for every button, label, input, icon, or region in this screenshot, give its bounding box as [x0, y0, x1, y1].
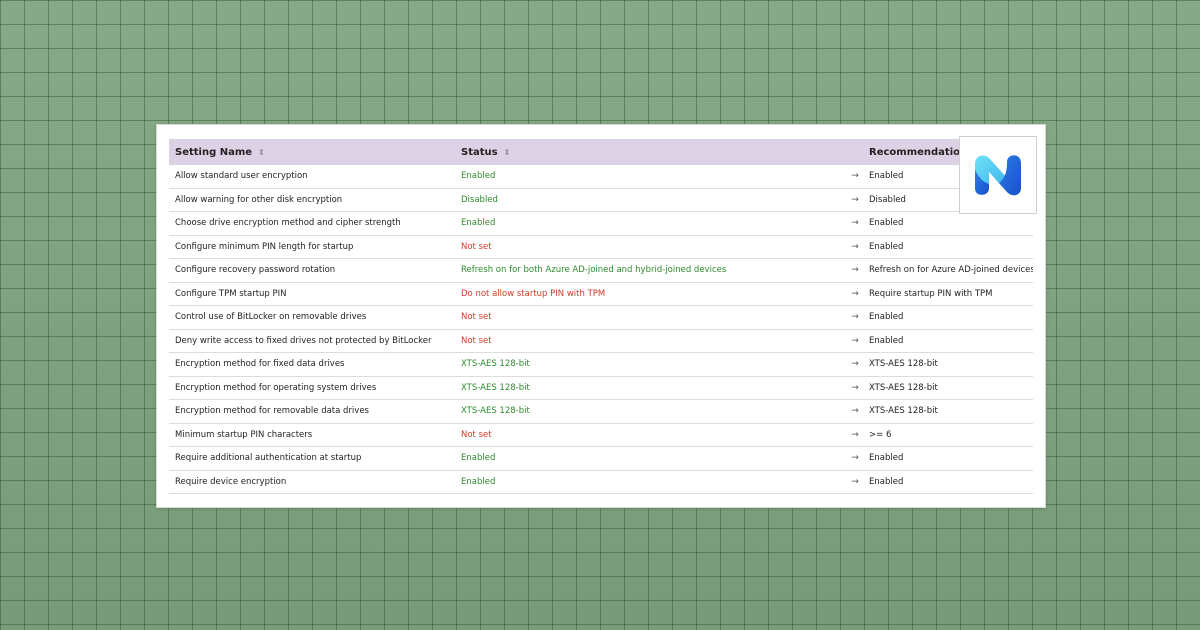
status-cell: Enabled	[455, 446, 847, 471]
brand-logo	[959, 136, 1037, 214]
status-cell: Enabled	[455, 470, 847, 494]
arrow-icon: →	[847, 258, 863, 283]
arrow-icon: →	[847, 352, 863, 377]
arrow-icon: →	[847, 329, 863, 353]
recommendation-cell: XTS-AES 128-bit	[863, 352, 1033, 377]
arrow-icon: →	[847, 235, 863, 259]
setting-name-cell: Deny write access to fixed drives not pr…	[169, 329, 455, 353]
setting-name-cell: Configure recovery password rotation	[169, 258, 455, 283]
table-row: Require additional authentication at sta…	[169, 446, 1033, 471]
arrow-icon: →	[847, 399, 863, 424]
arrow-icon: →	[847, 188, 863, 212]
status-cell: Refresh on for both Azure AD-joined and …	[455, 258, 847, 283]
setting-name-cell: Configure TPM startup PIN	[169, 282, 455, 306]
arrow-icon: →	[847, 423, 863, 447]
arrow-icon: →	[847, 470, 863, 494]
column-header-setting-name[interactable]: Setting Name ⇕	[169, 139, 455, 165]
column-header-label: Recommendation	[869, 146, 968, 158]
recommendation-cell: Refresh on for Azure AD-joined devices	[863, 258, 1033, 283]
sort-icon[interactable]: ⇕	[504, 148, 511, 157]
status-cell: Disabled	[455, 188, 847, 212]
n-logo-icon	[975, 155, 1021, 196]
setting-name-cell: Require additional authentication at sta…	[169, 446, 455, 471]
recommendation-cell: Enabled	[863, 305, 1033, 330]
recommendation-cell: Enabled	[863, 211, 1033, 236]
recommendation-cell: Require startup PIN with TPM	[863, 282, 1033, 306]
arrow-icon: →	[847, 446, 863, 471]
setting-name-cell: Minimum startup PIN characters	[169, 423, 455, 447]
table-row: Configure recovery password rotation Refr…	[169, 258, 1033, 283]
settings-table-container: Setting Name ⇕ Status ⇕ Recommendation All…	[169, 139, 1033, 494]
table-header-row: Setting Name ⇕ Status ⇕ Recommendation	[169, 139, 1033, 165]
column-header-arrow	[847, 139, 863, 165]
table-row: Allow warning for other disk encryption D…	[169, 188, 1033, 212]
arrow-icon: →	[847, 211, 863, 236]
table-body: Allow standard user encryption Enabled → En…	[169, 165, 1033, 494]
table-row: Deny write access to fixed drives not pr…	[169, 329, 1033, 353]
column-header-label: Status	[461, 146, 498, 158]
status-cell: Do not allow startup PIN with TPM	[455, 282, 847, 306]
recommendation-cell: Enabled	[863, 329, 1033, 353]
status-cell: XTS-AES 128-bit	[455, 376, 847, 400]
status-cell: Enabled	[455, 165, 847, 189]
column-header-label: Setting Name	[175, 146, 253, 158]
column-header-status[interactable]: Status ⇕	[455, 139, 847, 165]
setting-name-cell: Control use of BitLocker on removable dr…	[169, 305, 455, 330]
table-row: Configure TPM startup PIN Do not allow st…	[169, 282, 1033, 306]
settings-table: Setting Name ⇕ Status ⇕ Recommendation All…	[169, 139, 1033, 494]
recommendation-cell: Enabled	[863, 235, 1033, 259]
table-row: Choose drive encryption method and ciphe…	[169, 211, 1033, 236]
setting-name-cell: Allow warning for other disk encryption	[169, 188, 455, 212]
table-row: Allow standard user encryption Enabled → En…	[169, 165, 1033, 189]
setting-name-cell: Encryption method for operating system d…	[169, 376, 455, 400]
settings-card: Setting Name ⇕ Status ⇕ Recommendation All…	[156, 124, 1046, 508]
setting-name-cell: Require device encryption	[169, 470, 455, 494]
recommendation-cell: Enabled	[863, 470, 1033, 494]
arrow-icon: →	[847, 282, 863, 306]
table-row: Encryption method for operating system d…	[169, 376, 1033, 400]
setting-name-cell: Allow standard user encryption	[169, 165, 455, 189]
recommendation-cell: >= 6	[863, 423, 1033, 447]
recommendation-cell: Enabled	[863, 446, 1033, 471]
setting-name-cell: Encryption method for fixed data drives	[169, 352, 455, 377]
sort-icon[interactable]: ⇕	[258, 148, 265, 157]
table-row: Encryption method for removable data dri…	[169, 399, 1033, 424]
table-row: Configure minimum PIN length for startup…	[169, 235, 1033, 259]
status-cell: XTS-AES 128-bit	[455, 399, 847, 424]
setting-name-cell: Choose drive encryption method and ciphe…	[169, 211, 455, 236]
table-row: Encryption method for fixed data drives X…	[169, 352, 1033, 377]
recommendation-cell: XTS-AES 128-bit	[863, 399, 1033, 424]
recommendation-cell: XTS-AES 128-bit	[863, 376, 1033, 400]
status-cell: Enabled	[455, 211, 847, 236]
arrow-icon: →	[847, 376, 863, 400]
setting-name-cell: Configure minimum PIN length for startup	[169, 235, 455, 259]
status-cell: Not set	[455, 423, 847, 447]
status-cell: XTS-AES 128-bit	[455, 352, 847, 377]
arrow-icon: →	[847, 165, 863, 189]
table-row: Require device encryption Enabled → Enabled	[169, 470, 1033, 494]
status-cell: Not set	[455, 305, 847, 330]
setting-name-cell: Encryption method for removable data dri…	[169, 399, 455, 424]
table-row: Minimum startup PIN characters Not set → >=…	[169, 423, 1033, 447]
status-cell: Not set	[455, 329, 847, 353]
arrow-icon: →	[847, 305, 863, 330]
table-row: Control use of BitLocker on removable dr…	[169, 305, 1033, 330]
status-cell: Not set	[455, 235, 847, 259]
